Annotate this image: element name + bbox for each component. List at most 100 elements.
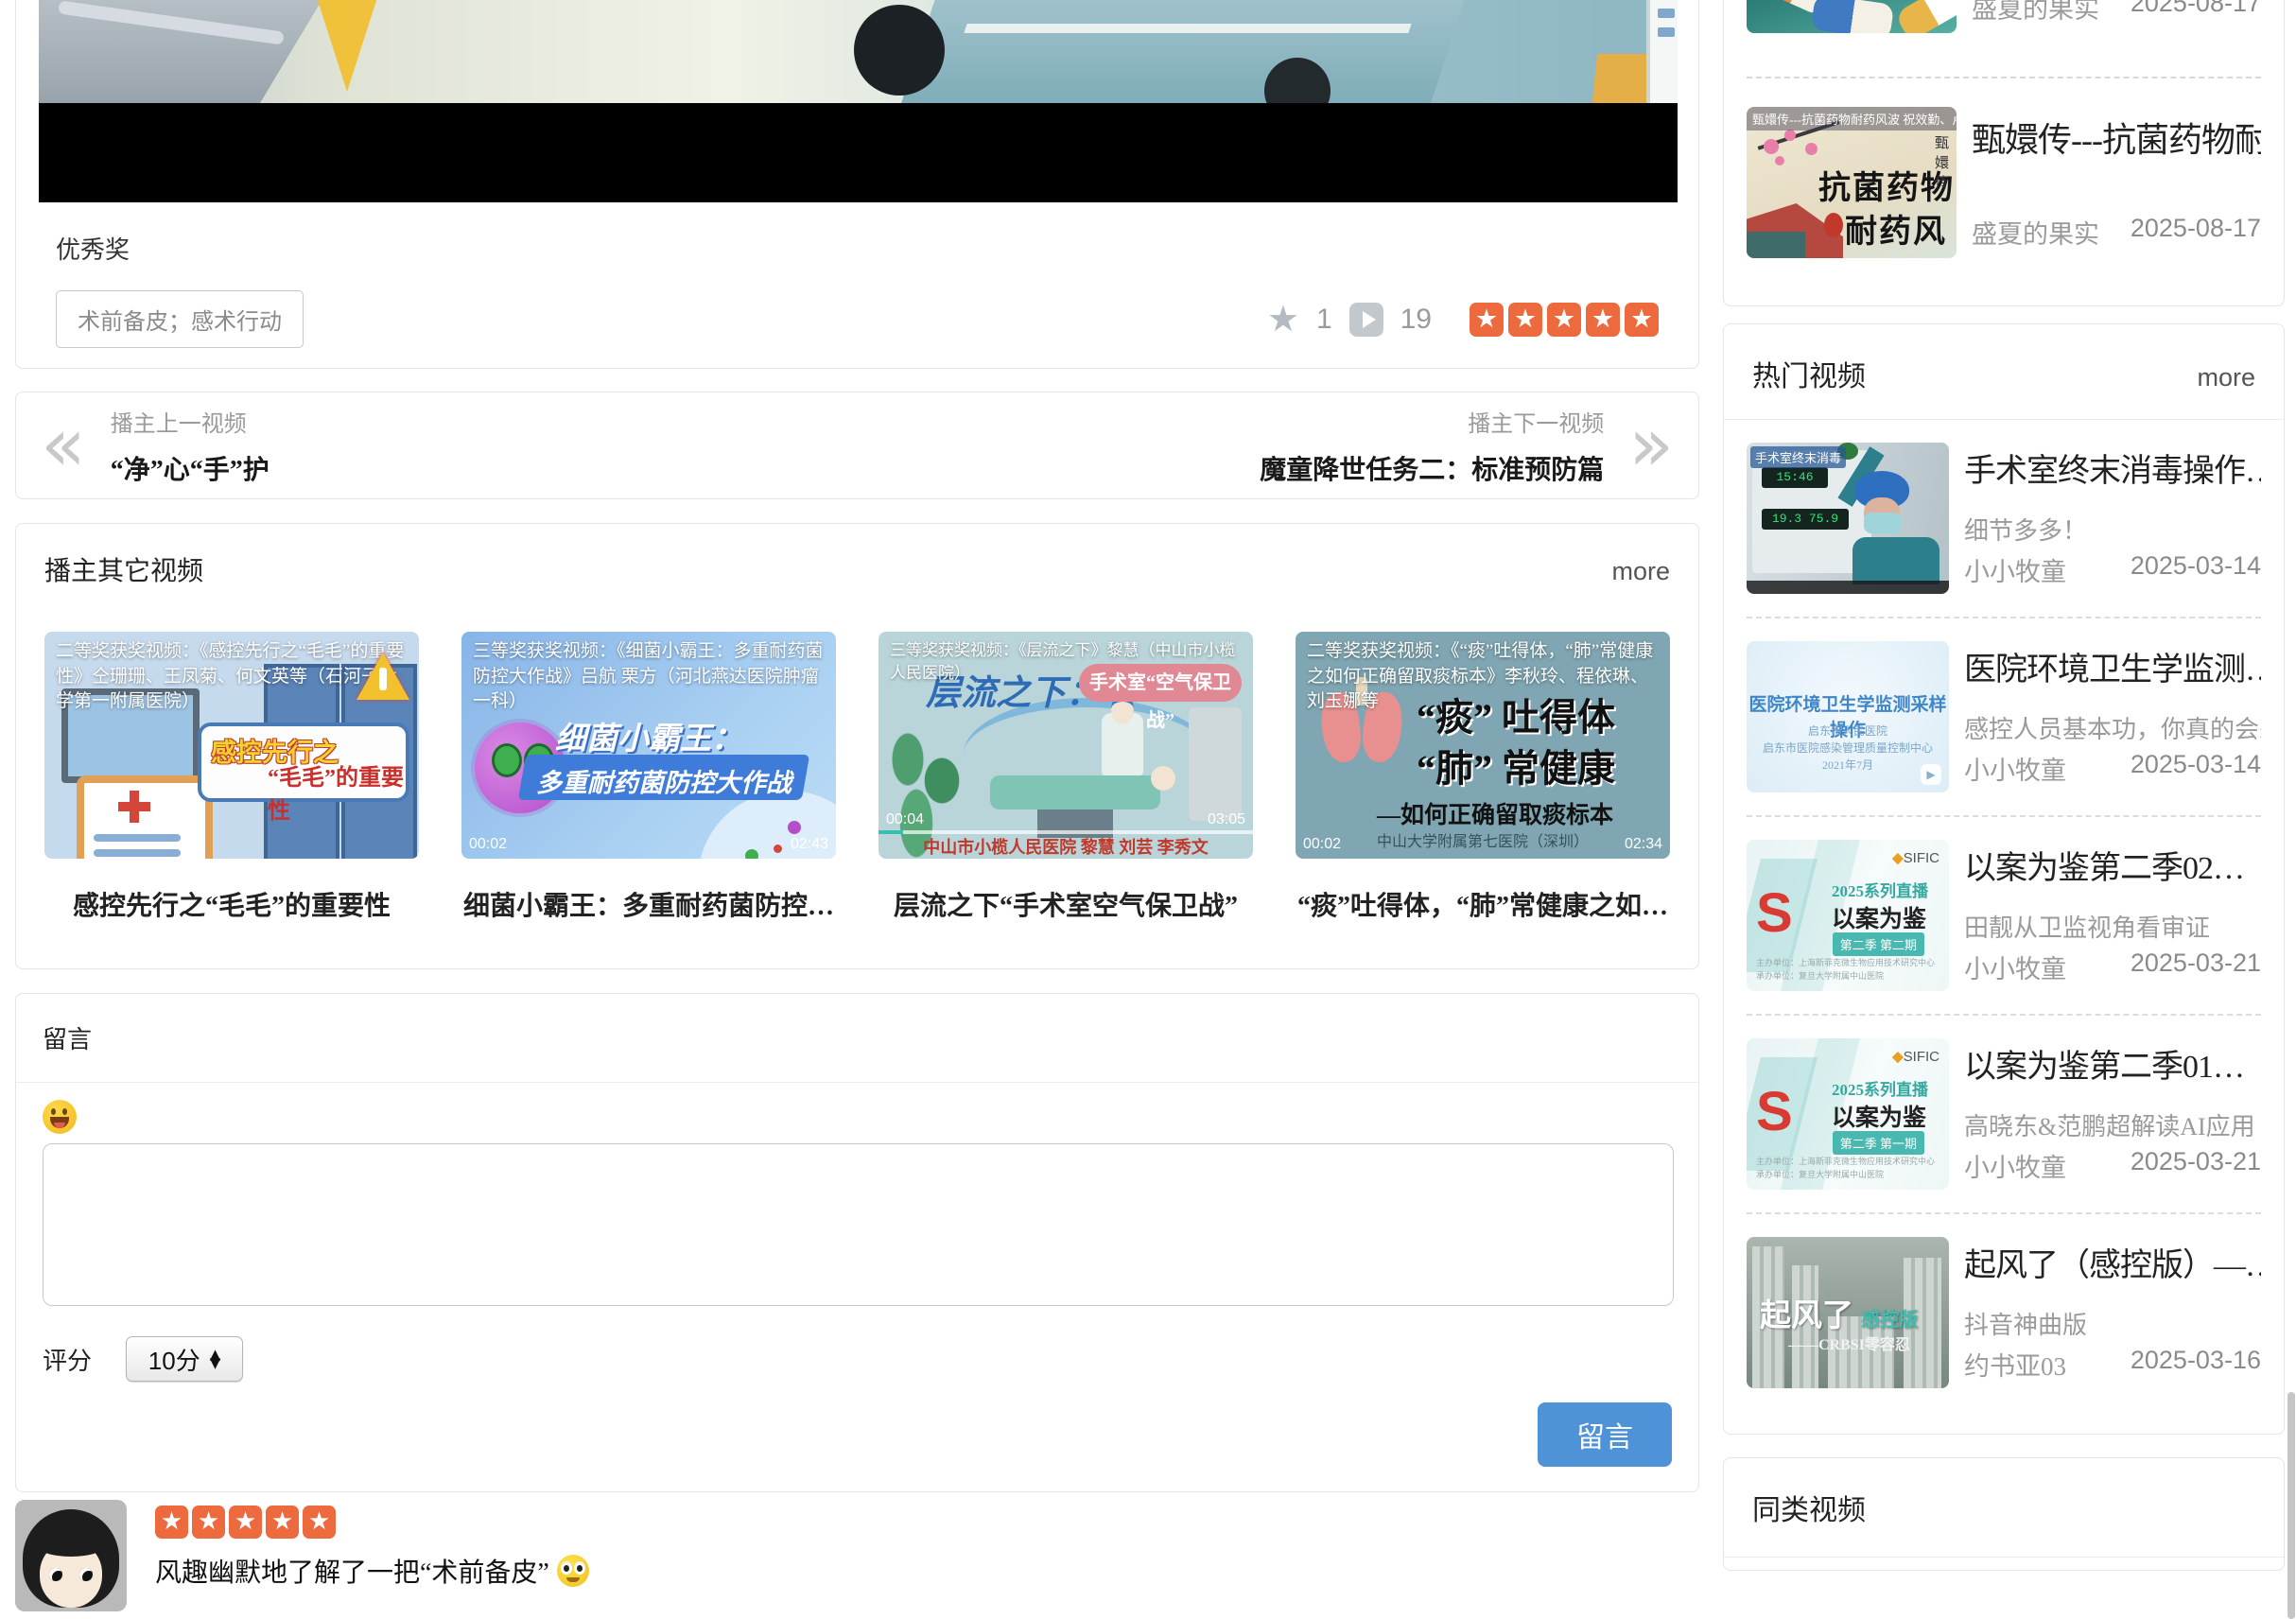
rating-stars: ★ ★ ★ ★ ★: [1470, 303, 1659, 337]
video-date: 2025-03-21: [2131, 949, 2261, 985]
favorite-count: 1: [1316, 304, 1332, 336]
scrollbar-thumb[interactable]: [2287, 1392, 2295, 1619]
video-list-item[interactable]: 医院环境卫生学监测采样操作 启东市人民医院 启东市医院感染管理质量控制中心 20…: [1747, 617, 2261, 815]
comment-item: ★ ★ ★ ★ ★ 风趣幽默地了解了一把“术前备皮”: [15, 1500, 1699, 1611]
video-title[interactable]: 起风了（感控版）—…: [1964, 1239, 2261, 1285]
sific-logo: ◆SIFIC: [1892, 849, 1939, 866]
submit-comment-button[interactable]: 留言: [1538, 1402, 1672, 1467]
video-title[interactable]: 手术室终末消毒操作…: [1964, 444, 2261, 491]
video-author[interactable]: 盛夏的果实: [1972, 214, 2099, 251]
video-controls-bar[interactable]: [39, 103, 1678, 202]
timestamp-end: 03:05: [1208, 811, 1245, 828]
video-thumbnail[interactable]: 起风了 感控版 ——CRBSI零容忍: [1747, 1237, 1949, 1388]
similar-videos-box: 同类视频: [1723, 1457, 2285, 1571]
video-thumbnail[interactable]: [1747, 0, 1957, 33]
panel-digits: 15:46: [1762, 467, 1828, 488]
video-author[interactable]: 小小牧童: [1964, 1147, 2066, 1184]
prev-video-link[interactable]: 播主上一视频 “净”心“手”护: [111, 405, 270, 487]
divider: [1724, 1557, 2284, 1558]
more-link[interactable]: more: [2197, 363, 2255, 392]
video-thumbnail[interactable]: 医院环境卫生学监测采样操作 启东市人民医院 启东市医院感染管理质量控制中心 20…: [1747, 641, 1949, 792]
video-frame[interactable]: [39, 0, 1678, 103]
video-subtitle: 感控人员基本功，你真的会采: [1964, 710, 2261, 745]
slide-live-label: 2025系列直播: [1832, 1076, 1928, 1100]
select-arrows-icon: ▲▼: [210, 1350, 221, 1367]
thumb-title-text: 起风了 感控版: [1760, 1290, 1918, 1335]
video-thumbnail[interactable]: 甄嬛传---抗菌药物耐药风波 祝效勤、卢琳琳（北京大学深圳医 抗菌药物 耐药风波…: [1747, 107, 1957, 258]
caption-line2: 多重耐药菌防控大作战: [522, 762, 806, 799]
video-subtitle: 田靓从卫监视角看审证: [1964, 909, 2261, 944]
sific-logo: ◆SIFIC: [1892, 1048, 1939, 1065]
video-list-item[interactable]: 盛夏的果实 2025-08-17: [1747, 0, 2261, 33]
video-thumbnail[interactable]: 三等奖获奖视频：《细菌小霸王：多重耐药菌防控大作战》吕航 栗方（河北燕达医院肿瘤…: [461, 632, 836, 859]
video-title[interactable]: “痰”吐得体，“肺”常健康之如…: [1296, 885, 1670, 923]
comment-text: 风趣幽默地了解了一把“术前备皮”: [155, 1552, 549, 1590]
next-video-label: 播主下一视频: [1260, 405, 1604, 438]
video-subtitle: 高晓东&范鹏超解读AI应用: [1964, 1107, 2261, 1142]
star-icon: ★: [1470, 303, 1504, 337]
video-title[interactable]: 层流之下“手术室空气保卫战”: [878, 885, 1253, 923]
timestamp-start: 00:02: [1303, 836, 1341, 853]
related-videos-box: 盛夏的果实 2025-08-17 甄嬛传---抗菌药物耐药风波 祝效勤、卢琳琳（…: [1723, 0, 2285, 306]
video-thumbnail[interactable]: S ◆SIFIC 2025系列直播 以案为鉴 第二季 第二期 主办单位：上海斯菲…: [1747, 840, 1949, 991]
video-list-item[interactable]: S ◆SIFIC 2025系列直播 以案为鉴 第二季 第二期 主办单位：上海斯菲…: [1747, 815, 2261, 1014]
slide-org-line: 主办单位：上海斯菲克微生物应用技术研究中心: [1756, 1155, 1935, 1167]
uploader-videos-card: 播主其它视频 more 二等奖获奖视频：《感控先行之“毛毛”的重要性》仝珊珊、王…: [15, 523, 1699, 969]
star-icon: ★: [266, 1506, 299, 1539]
video-list-item[interactable]: 15:46 19.3 75.9 手术室终末消毒 手术室终末消毒操作… 细节多多！…: [1747, 420, 2261, 617]
next-video-title[interactable]: 魔童降世任务二：标准预防篇: [1260, 449, 1604, 487]
comment-form-title: 留言: [43, 1020, 1672, 1055]
video-author[interactable]: 约书亚03: [1964, 1346, 2066, 1383]
award-text: 优秀奖: [56, 231, 1676, 266]
video-title[interactable]: 细菌小霸王：多重耐药菌防控…: [461, 885, 836, 923]
prev-video-title[interactable]: “净”心“手”护: [111, 449, 270, 487]
video-list-item[interactable]: 起风了 感控版 ——CRBSI零容忍 起风了（感控版）—… 抖音神曲版 约书亚0…: [1747, 1212, 2261, 1411]
video-author[interactable]: 小小牧童: [1964, 750, 2066, 787]
video-title[interactable]: 医院环境卫生学监测…: [1964, 643, 2261, 689]
thumb-calligraphy-line2: 耐药风波: [1845, 205, 1957, 258]
timestamp-start: 00:02: [469, 836, 507, 853]
next-arrow-icon[interactable]: »: [1628, 416, 1674, 475]
thumbnail-overlay-text: 三等奖获奖视频：《细菌小霸王：多重耐药菌防控大作战》吕航 栗方（河北燕达医院肿瘤…: [461, 632, 836, 722]
favorite-star-icon: ★: [1267, 302, 1299, 338]
thumbnail-overlay-text: 三等奖获奖视频：《层流之下》黎慧（中山市小榄人民医院）: [878, 632, 1253, 692]
video-list-item[interactable]: S ◆SIFIC 2025系列直播 以案为鉴 第二季 第一期 主办单位：上海斯菲…: [1747, 1014, 2261, 1212]
seal-icon: [1824, 213, 1843, 237]
prev-arrow-icon[interactable]: «: [41, 416, 86, 475]
video-thumbnail[interactable]: 二等奖获奖视频：《“痰”吐得体，“肺”常健康之如何正确留取痰标本》李秋玲、程依琳…: [1296, 632, 1670, 859]
rating-select[interactable]: 10分 ▲▼: [126, 1336, 243, 1382]
cartoon-wheel: [854, 5, 945, 96]
video-date: 2025-03-21: [2131, 1147, 2261, 1184]
video-author[interactable]: 小小牧童: [1964, 949, 2066, 985]
comment-input[interactable]: [43, 1143, 1674, 1306]
thumbnail-footer-text: 中山大学附属第七医院（深圳）: [1296, 828, 1670, 851]
comment-rating-stars: ★ ★ ★ ★ ★: [155, 1506, 589, 1539]
sific-s-mark: S: [1756, 1080, 1793, 1143]
sific-s-mark: S: [1756, 881, 1793, 945]
video-subtitle: 细节多多！: [1964, 512, 2261, 547]
star-icon: ★: [1547, 303, 1581, 337]
video-thumbnail[interactable]: S ◆SIFIC 2025系列直播 以案为鉴 第二季 第一期 主办单位：上海斯菲…: [1747, 1038, 1949, 1190]
more-link[interactable]: more: [1611, 557, 1670, 586]
divider: [1747, 77, 2261, 78]
video-thumbnail[interactable]: 三等奖获奖视频：《层流之下》黎慧（中山市小榄人民医院） 层流之下： 手术室“空气…: [878, 632, 1253, 859]
video-tag-chip: 术前备皮；感术行动: [56, 290, 304, 348]
hot-videos-box: 热门视频 more 15:46 19.3 75.9 手术室终末消毒 手术室终末消…: [1723, 323, 2285, 1435]
thumbnail-overlay-text: 手术室终末消毒: [1750, 446, 1846, 468]
slide-line: 启东市人民医院: [1747, 722, 1949, 739]
star-icon: ★: [1508, 303, 1542, 337]
video-thumbnail[interactable]: 15:46 19.3 75.9 手术室终末消毒: [1747, 443, 1949, 594]
video-title[interactable]: 甄嬛传---抗菌药物耐…: [1972, 113, 2261, 162]
star-icon: ★: [303, 1506, 336, 1539]
slide-series-name: 以案为鉴: [1832, 900, 1926, 934]
video-author[interactable]: 小小牧童: [1964, 551, 2066, 588]
video-title[interactable]: 以案为鉴第二季01…: [1964, 1040, 2261, 1087]
video-title[interactable]: 以案为鉴第二季02…: [1964, 842, 2261, 888]
next-video-link[interactable]: 播主下一视频 魔童降世任务二：标准预防篇: [1260, 405, 1604, 487]
video-thumbnail[interactable]: 二等奖获奖视频：《感控先行之“毛毛”的重要性》仝珊珊、王凤菊、何文英等（石河子大…: [44, 632, 419, 859]
video-list-item[interactable]: 甄嬛传---抗菌药物耐药风波 祝效勤、卢琳琳（北京大学深圳医 抗菌药物 耐药风波…: [1747, 107, 2261, 258]
video-author[interactable]: 盛夏的果实: [1972, 0, 2099, 26]
timestamp-end: 02:43: [791, 836, 828, 853]
video-title[interactable]: 感控先行之“毛毛”的重要性: [44, 885, 419, 923]
emoji-picker-icon[interactable]: [43, 1100, 77, 1134]
